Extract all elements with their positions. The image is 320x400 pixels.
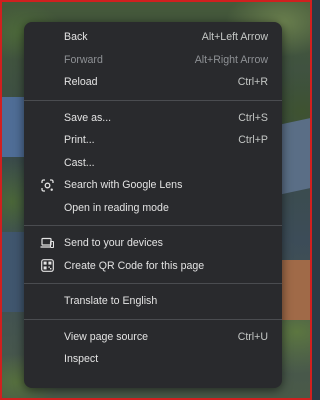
menu-item-label: Back <box>64 31 88 44</box>
menu-item-save-as[interactable]: Save as... Ctrl+S <box>24 107 282 130</box>
menu-item-label: Open in reading mode <box>64 201 169 214</box>
menu-item-forward[interactable]: Forward Alt+Right Arrow <box>24 49 282 72</box>
menu-item-print[interactable]: Print... Ctrl+P <box>24 129 282 152</box>
menu-item-search-google-lens[interactable]: Search with Google Lens <box>24 174 282 197</box>
background-roof <box>280 260 310 320</box>
menu-item-shortcut: Ctrl+U <box>237 330 268 343</box>
google-lens-icon <box>40 178 54 192</box>
menu-item-label: Translate to English <box>64 295 158 308</box>
menu-item-shortcut: Alt+Right Arrow <box>194 53 268 66</box>
menu-item-label: View page source <box>64 330 149 343</box>
menu-item-label: Create QR Code for this page <box>64 259 205 272</box>
menu-item-label: Forward <box>64 53 103 66</box>
menu-item-label: Cast... <box>64 156 95 169</box>
menu-separator <box>24 318 282 320</box>
menu-item-inspect[interactable]: Inspect <box>24 348 282 371</box>
menu-item-label: Inspect <box>64 353 99 366</box>
menu-item-label: Print... <box>64 134 95 147</box>
menu-item-reading-mode[interactable]: Open in reading mode <box>24 197 282 220</box>
menu-item-translate[interactable]: Translate to English <box>24 290 282 313</box>
context-menu: Back Alt+Left Arrow Forward Alt+Right Ar… <box>24 22 282 388</box>
screenshot-frame: Back Alt+Left Arrow Forward Alt+Right Ar… <box>0 0 312 400</box>
menu-item-label: Search with Google Lens <box>64 179 183 192</box>
menu-item-label: Send to your devices <box>64 237 163 250</box>
menu-separator <box>24 99 282 101</box>
menu-item-label: Reload <box>64 76 98 89</box>
qr-code-icon <box>40 259 54 273</box>
menu-item-label: Save as... <box>64 111 112 124</box>
menu-item-cast[interactable]: Cast... <box>24 152 282 175</box>
menu-separator <box>24 283 282 284</box>
menu-item-shortcut: Alt+Left Arrow <box>201 31 268 44</box>
menu-item-create-qr-code[interactable]: Create QR Code for this page <box>24 255 282 278</box>
menu-separator <box>24 225 282 226</box>
menu-item-shortcut: Ctrl+P <box>238 134 268 147</box>
laptop-send-icon <box>40 236 54 250</box>
menu-item-view-page-source[interactable]: View page source Ctrl+U <box>24 326 282 349</box>
menu-item-shortcut: Ctrl+R <box>237 76 268 89</box>
menu-item-shortcut: Ctrl+S <box>238 111 268 124</box>
menu-item-reload[interactable]: Reload Ctrl+R <box>24 71 282 94</box>
menu-item-send-to-devices[interactable]: Send to your devices <box>24 232 282 255</box>
background-building <box>2 232 26 312</box>
menu-item-back[interactable]: Back Alt+Left Arrow <box>24 26 282 49</box>
